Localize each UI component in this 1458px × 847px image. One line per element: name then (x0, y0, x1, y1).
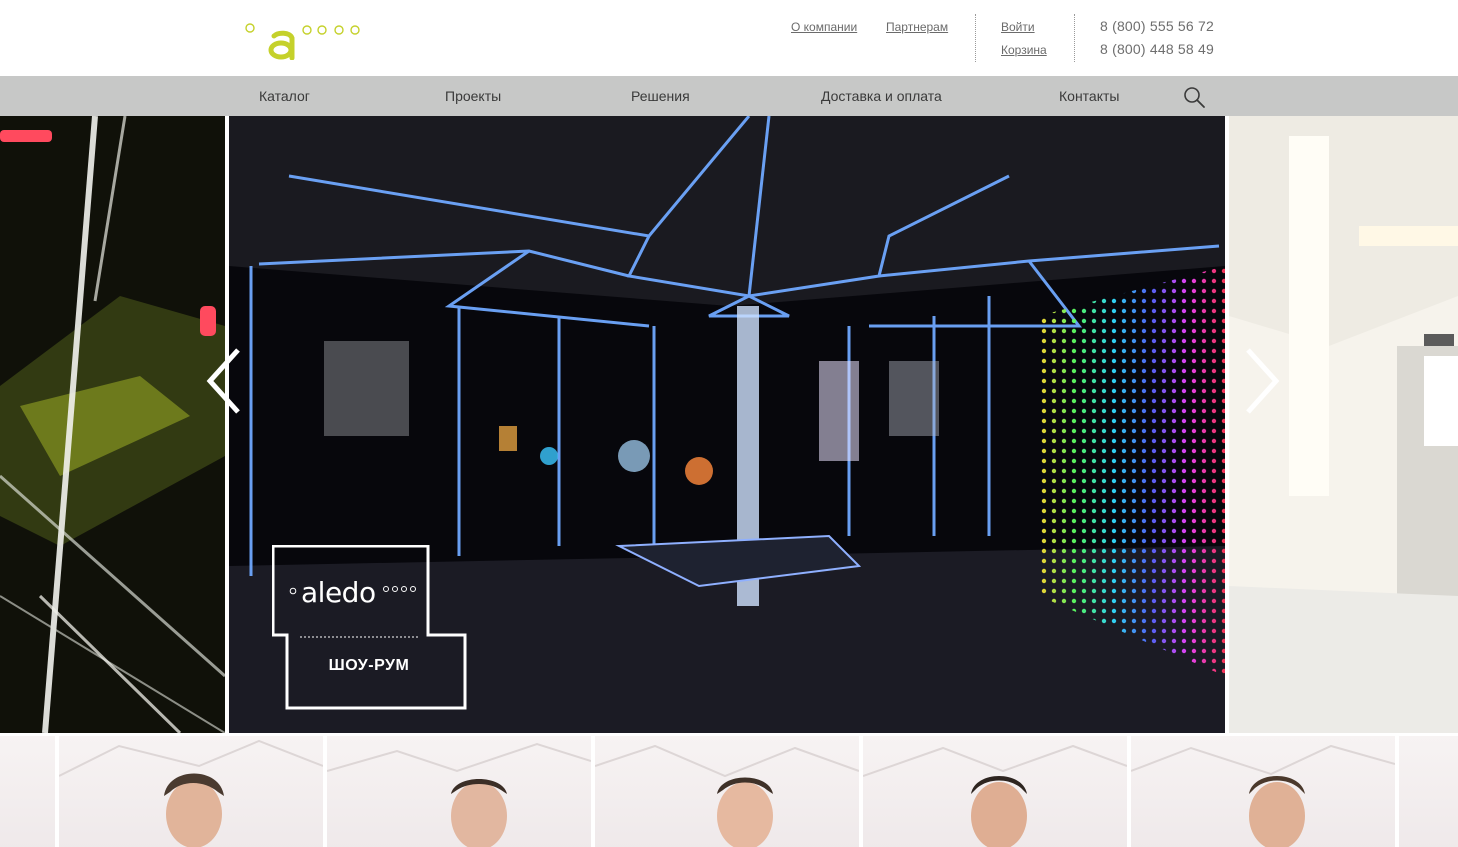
site-header: О компании Партнерам Войти Корзина 8 (80… (0, 0, 1458, 76)
team-card[interactable] (0, 736, 55, 847)
badge-caption: ШОУ-РУМ (328, 657, 410, 674)
nav-item-solutions[interactable]: Решения (631, 76, 690, 116)
search-icon[interactable] (1181, 84, 1207, 110)
team-card[interactable] (1399, 736, 1458, 847)
nav-item-projects[interactable]: Проекты (445, 76, 501, 116)
cart-link[interactable]: Корзина (1001, 43, 1047, 57)
header-divider (975, 14, 976, 62)
team-card[interactable] (327, 736, 591, 847)
slide-previous[interactable] (0, 116, 225, 733)
phone-number: 8 (800) 448 58 49 (1100, 41, 1214, 57)
logo[interactable] (244, 20, 364, 60)
nav-item-delivery[interactable]: Доставка и оплата (821, 76, 942, 116)
about-link[interactable]: О компании (791, 20, 857, 34)
partners-link[interactable]: Партнерам (886, 20, 948, 34)
hero-slider (0, 116, 1458, 733)
arrow-left-icon[interactable] (202, 346, 242, 416)
phone-number: 8 (800) 555 56 72 (1100, 18, 1214, 34)
main-nav: Каталог Проекты Решения Доставка и оплат… (0, 76, 1458, 116)
team-card[interactable] (595, 736, 859, 847)
team-card[interactable] (1131, 736, 1395, 847)
team-card[interactable] (863, 736, 1127, 847)
header-divider (1074, 14, 1075, 62)
team-card[interactable] (59, 736, 323, 847)
team-strip (0, 733, 1458, 847)
showroom-badge[interactable] (271, 544, 467, 710)
login-link[interactable]: Войти (1001, 20, 1035, 34)
badge-brand: aledo (301, 576, 376, 609)
nav-item-contacts[interactable]: Контакты (1059, 76, 1119, 116)
nav-item-catalog[interactable]: Каталог (259, 76, 310, 116)
arrow-right-icon[interactable] (1244, 346, 1284, 416)
slide-next[interactable] (1229, 116, 1458, 733)
